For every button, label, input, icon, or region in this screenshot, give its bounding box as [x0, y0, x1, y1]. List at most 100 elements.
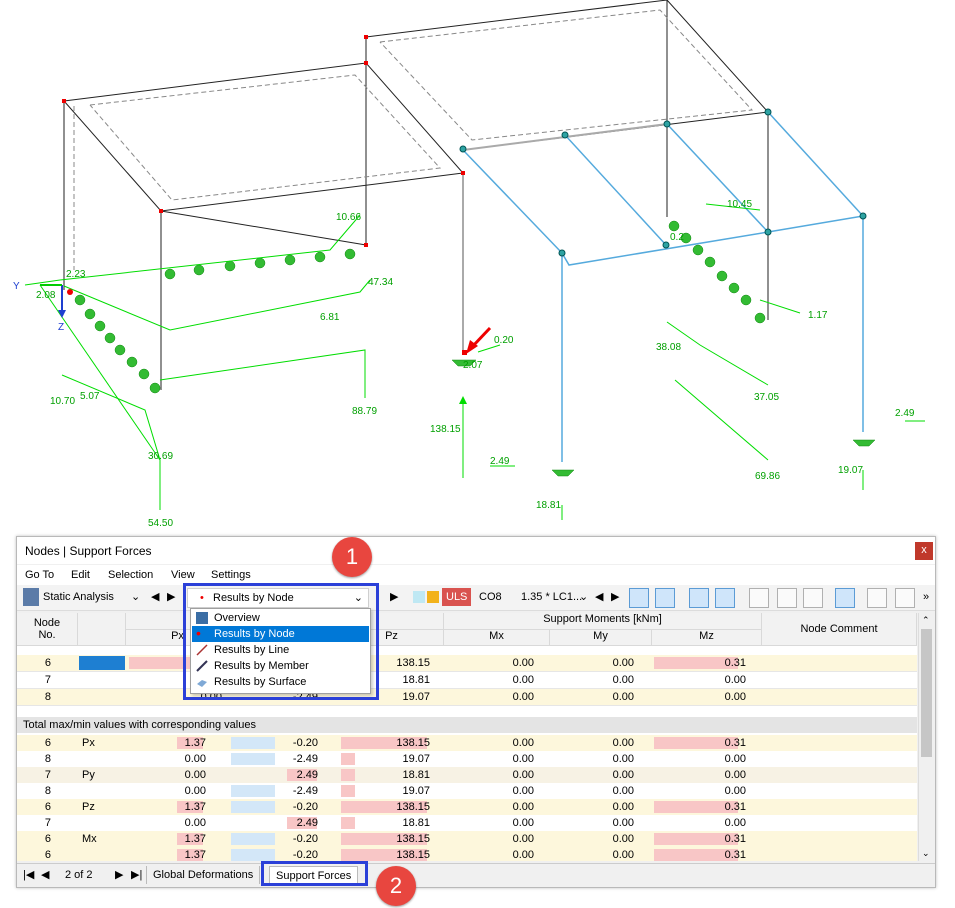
columns-alt-icon[interactable] — [803, 588, 823, 608]
col-pz-label: Pz — [385, 630, 398, 642]
load-label: 2.23 — [66, 269, 86, 280]
values-icon[interactable] — [715, 588, 735, 608]
mz-value: 0.00 — [724, 674, 746, 686]
results-table: Node No. Px Pz Support Moments [kNm] Mx M… — [17, 613, 917, 861]
node-no: 6 — [44, 801, 51, 813]
my-value: 0.00 — [612, 785, 634, 797]
overflow-icon[interactable]: » — [923, 588, 929, 606]
col-px-label: Px — [171, 630, 184, 642]
col-node-no: Node No. — [17, 613, 78, 646]
my-value: 0.00 — [612, 657, 634, 669]
col-comment: Node Comment — [762, 613, 917, 646]
py-value: -0.20 — [292, 833, 318, 845]
moments-group-label: Support Moments [kNm] — [543, 613, 662, 625]
menu-selection[interactable]: Selection — [108, 569, 153, 581]
table-row[interactable]: 7 Py 0.00 2.49 18.81 0.00 0.00 0.00 — [17, 767, 917, 784]
pz-value: 138.15 — [396, 737, 430, 749]
my-value: 0.00 — [612, 691, 634, 703]
table-row[interactable]: 8 0.00 -2.49 19.07 0.00 0.00 0.00 — [17, 689, 917, 706]
node-no: 8 — [44, 753, 51, 765]
table-icon[interactable] — [749, 588, 769, 608]
px-value: 0.00 — [184, 785, 206, 797]
table-row[interactable]: 8 0.00 -2.49 19.07 0.00 0.00 0.00 — [17, 751, 917, 768]
filter-icon[interactable] — [895, 588, 915, 608]
my-value: 0.00 — [612, 801, 634, 813]
columns-icon[interactable] — [777, 588, 797, 608]
combination-code[interactable]: CO8 — [479, 588, 502, 606]
extreme-type: Px — [82, 737, 95, 749]
prev-icon[interactable]: ◀ — [151, 588, 159, 606]
load-label: 0.20 — [494, 335, 514, 346]
tab-global-deformations[interactable]: Global Deformations — [146, 866, 261, 884]
load-label: 0.2 — [670, 232, 684, 243]
menu-settings[interactable]: Settings — [211, 569, 251, 581]
color-swatch-icon — [427, 591, 439, 603]
my-value: 0.00 — [612, 849, 634, 861]
analysis-select[interactable]: Static Analysis — [43, 588, 114, 606]
chevron-down-icon[interactable]: ⌄ — [579, 588, 588, 606]
py-value: 2.49 — [296, 769, 318, 781]
next-icon[interactable]: ▶ — [611, 588, 619, 606]
table-row[interactable]: 6 Pz 1.37 -0.20 138.15 0.00 0.00 0.31 — [17, 799, 917, 816]
sync-icon[interactable] — [655, 588, 675, 608]
menu-edit[interactable]: Edit — [71, 569, 90, 581]
col-mx-label: Mx — [489, 630, 504, 642]
load-label: 38.08 — [656, 342, 681, 353]
y-axis-label: Y — [13, 281, 20, 292]
node-no: 8 — [44, 785, 51, 797]
callout-badge: 2 — [376, 866, 416, 906]
menu-view[interactable]: View — [171, 569, 195, 581]
extreme-type — [82, 783, 122, 799]
pz-value: 18.81 — [402, 769, 430, 781]
py-value: -2.49 — [292, 753, 318, 765]
close-button[interactable]: x — [915, 542, 933, 560]
support-forces-panel: Nodes | Support Forces x Go To Edit Sele… — [16, 536, 936, 888]
extreme-type: Pz — [82, 801, 95, 813]
col-mz-label: Mz — [699, 630, 714, 642]
table-row[interactable]: 6 Mx 1.37 -0.20 138.15 0.00 0.00 0.31 — [17, 831, 917, 848]
model-viewport[interactable]: 10.66 2.23 2.08 47.34 6.81 88.79 10.70 5… — [0, 0, 955, 530]
mx-value: 0.00 — [512, 833, 534, 845]
chevron-up-icon[interactable]: ⌃ — [922, 615, 930, 626]
select-icon[interactable] — [629, 588, 649, 608]
stack-icon[interactable] — [835, 588, 855, 608]
excel-icon[interactable] — [867, 588, 887, 608]
my-value: 0.00 — [612, 817, 634, 829]
vertical-scrollbar[interactable]: ⌃ ⌄ — [918, 613, 935, 861]
combination-select[interactable]: 1.35 * LC1... — [521, 588, 582, 606]
extreme-type: Mx — [82, 833, 97, 845]
node-no: 6 — [44, 657, 51, 669]
scroll-thumb[interactable] — [921, 629, 932, 757]
load-label: 2.07 — [463, 360, 483, 371]
table-row[interactable]: 7 0.00 2.49 18.81 0.00 0.00 0.00 — [17, 815, 917, 832]
chevron-down-icon[interactable]: ⌄ — [922, 848, 930, 859]
panel-titlebar: Nodes | Support Forces x — [17, 537, 935, 564]
px-value: 1.37 — [184, 833, 206, 845]
prev-icon[interactable]: ◀ — [595, 588, 603, 606]
last-page-icon[interactable]: ▶| — [125, 866, 148, 884]
load-label: 54.50 — [148, 518, 173, 529]
bottom-bar: |◀ ◀ 2 of 2 ▶ ▶| Global Deformations Sup… — [17, 863, 935, 886]
my-value: 0.00 — [612, 753, 634, 765]
next-icon[interactable]: ▶ — [167, 588, 175, 606]
toolbar: Static Analysis ⌄ ◀ ▶ • Results by Node … — [17, 585, 935, 611]
view-icon[interactable] — [689, 588, 709, 608]
table-row[interactable]: 6 Px 1.37 -0.20 138.15 0.00 0.00 0.31 — [17, 735, 917, 752]
load-label: 37.05 — [754, 392, 779, 403]
selection-marker — [79, 656, 125, 670]
table-row[interactable]: 7 0. 18.81 0.00 0.00 0.00 — [17, 672, 917, 689]
next-icon[interactable]: ▶ — [390, 588, 398, 606]
table-row[interactable]: 6 138.15 0.00 0.00 0.31 — [17, 655, 917, 672]
chevron-down-icon[interactable]: ⌄ — [131, 588, 140, 606]
node-no: 6 — [44, 737, 51, 749]
load-label: 88.79 — [352, 406, 377, 417]
my-value: 0.00 — [612, 674, 634, 686]
table-row[interactable]: 6 1.37 -0.20 138.15 0.00 0.00 0.31 — [17, 847, 917, 861]
col-comment-label: Node Comment — [800, 623, 878, 635]
pz-value: 19.07 — [402, 785, 430, 797]
menu-goto[interactable]: Go To — [25, 569, 54, 581]
section-header: Total max/min values with corresponding … — [17, 717, 917, 733]
table-row[interactable]: 8 0.00 -2.49 19.07 0.00 0.00 0.00 — [17, 783, 917, 800]
load-label: 19.07 — [838, 465, 863, 476]
prev-page-icon[interactable]: ◀ — [35, 866, 55, 884]
